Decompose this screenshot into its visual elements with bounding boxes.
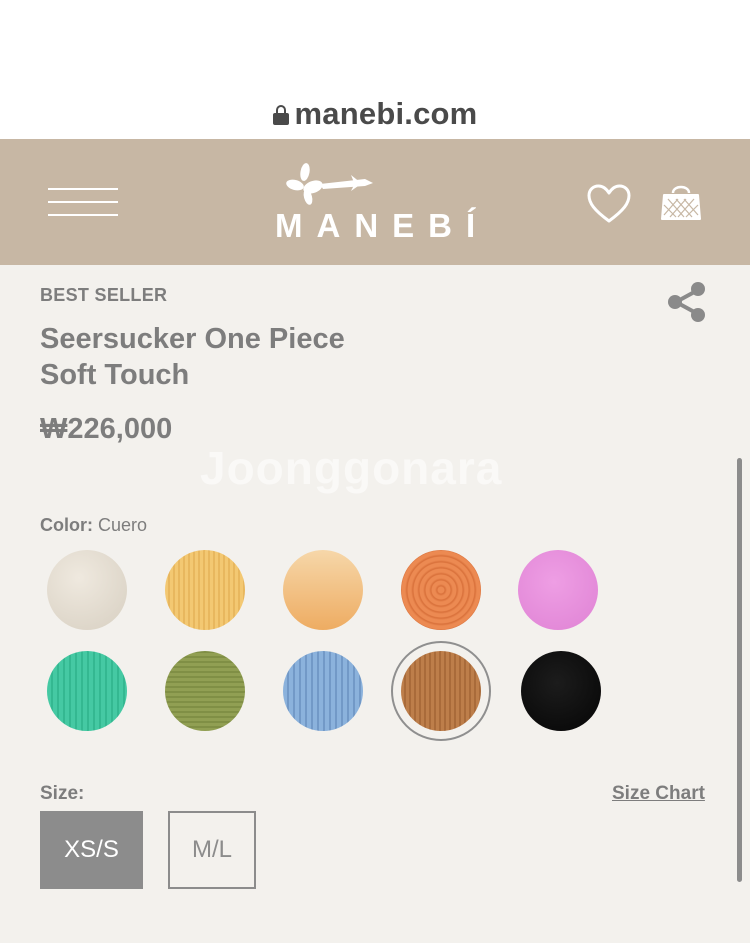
hamburger-menu-button[interactable] xyxy=(48,186,118,218)
color-label-title: Color: xyxy=(40,515,93,535)
url-text: manebi.com xyxy=(294,96,478,131)
color-swatch-9-selected[interactable] xyxy=(401,651,481,731)
url-display[interactable]: manebi.com xyxy=(0,96,750,132)
site-header: MANEBÍ xyxy=(0,139,750,265)
color-swatch-3[interactable] xyxy=(283,550,363,630)
product-title-line2: Soft Touch xyxy=(40,359,190,391)
share-icon xyxy=(668,282,705,322)
lock-icon xyxy=(272,105,289,125)
color-swatch-2[interactable] xyxy=(165,550,245,630)
size-chart-link[interactable]: Size Chart xyxy=(612,783,705,805)
color-swatch-10[interactable] xyxy=(521,651,601,731)
scrollbar[interactable] xyxy=(737,458,742,882)
product-title: Seersucker One Piece Soft Touch xyxy=(40,321,460,393)
product-detail: BEST SELLER Seersucker One Piece Soft To… xyxy=(0,265,750,943)
size-option-xs-s[interactable]: XS/S xyxy=(40,811,143,889)
shopping-bag-icon xyxy=(661,185,701,220)
color-swatch-8[interactable] xyxy=(283,651,363,731)
browser-url-bar: manebi.com xyxy=(0,0,750,139)
size-option-m-l[interactable]: M/L xyxy=(168,811,256,889)
color-swatch-7[interactable] xyxy=(165,651,245,731)
product-title-line1: Seersucker One Piece xyxy=(40,323,345,355)
color-swatch-4[interactable] xyxy=(401,550,481,630)
wishlist-button[interactable] xyxy=(586,183,632,225)
heart-icon xyxy=(587,184,631,223)
manebi-flower-logo xyxy=(286,163,373,205)
product-price: ₩226,000 xyxy=(40,413,173,445)
shopping-bag-button[interactable] xyxy=(658,179,704,225)
selected-color-name: Cuero xyxy=(98,515,148,535)
size-label: Size: xyxy=(40,783,85,804)
brand-wordmark: MANEBÍ xyxy=(275,207,490,244)
color-label: Color: Cuero xyxy=(40,515,147,536)
share-button[interactable] xyxy=(664,279,710,325)
watermark: Joonggonara xyxy=(200,442,503,494)
color-swatch-1[interactable] xyxy=(47,550,127,630)
brand-logo[interactable]: MANEBÍ xyxy=(265,159,485,247)
color-swatch-5[interactable] xyxy=(518,550,598,630)
best-seller-badge: BEST SELLER xyxy=(40,285,168,305)
color-swatch-6[interactable] xyxy=(47,651,127,731)
